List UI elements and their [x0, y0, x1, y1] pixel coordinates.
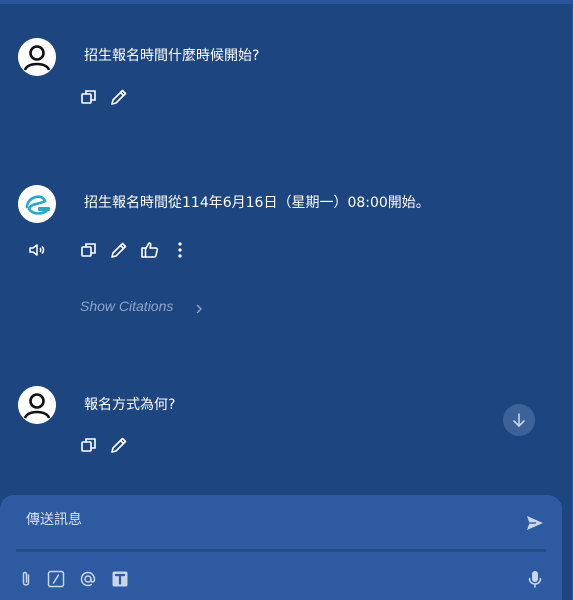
send-icon — [527, 516, 543, 530]
speaker-icon — [29, 244, 45, 256]
read-aloud-button[interactable] — [26, 239, 48, 261]
edit-button[interactable] — [108, 434, 130, 456]
message-composer — [0, 495, 562, 600]
arrow-down-icon — [513, 413, 525, 428]
scroll-to-bottom-button[interactable] — [503, 404, 535, 436]
user-avatar — [18, 38, 56, 76]
pencil-icon — [111, 89, 127, 105]
send-button[interactable] — [524, 512, 546, 534]
assistant-message-text: 招生報名時間從114年6月16日（星期一）08:00開始。 — [84, 195, 430, 211]
copy-icon — [81, 438, 96, 452]
pencil-icon — [111, 437, 127, 453]
composer-divider — [16, 549, 546, 552]
message-input[interactable] — [24, 507, 498, 533]
pencil-icon — [111, 242, 127, 258]
top-bar — [0, 0, 573, 4]
microphone-button[interactable] — [524, 568, 546, 590]
chevron-right-icon — [196, 304, 202, 314]
mention-button[interactable] — [77, 568, 99, 590]
more-vertical-icon — [178, 242, 182, 258]
copy-icon — [81, 243, 96, 257]
edit-button[interactable] — [108, 239, 130, 261]
text-template-icon — [112, 571, 128, 587]
show-citations-link[interactable]: Show Citations — [80, 298, 173, 314]
copy-button[interactable] — [78, 239, 100, 261]
microphone-icon — [528, 571, 542, 588]
slash-command-button[interactable] — [45, 568, 67, 590]
user-message-text: 報名方式為何? — [84, 397, 176, 413]
copy-icon — [81, 90, 96, 104]
user-avatar — [18, 386, 56, 424]
slash-command-icon — [47, 570, 65, 588]
user-message-text: 招生報名時間什麼時候開始? — [84, 48, 260, 64]
copy-button[interactable] — [78, 434, 100, 456]
edit-button[interactable] — [108, 86, 130, 108]
like-button[interactable] — [139, 239, 161, 261]
more-options-button[interactable] — [169, 239, 191, 261]
paperclip-icon — [22, 571, 30, 586]
at-icon — [80, 571, 96, 587]
assistant-avatar — [18, 185, 56, 223]
attach-button[interactable] — [15, 568, 37, 590]
text-template-button[interactable] — [109, 568, 131, 590]
copy-button[interactable] — [78, 86, 100, 108]
thumbs-up-icon — [141, 242, 159, 258]
